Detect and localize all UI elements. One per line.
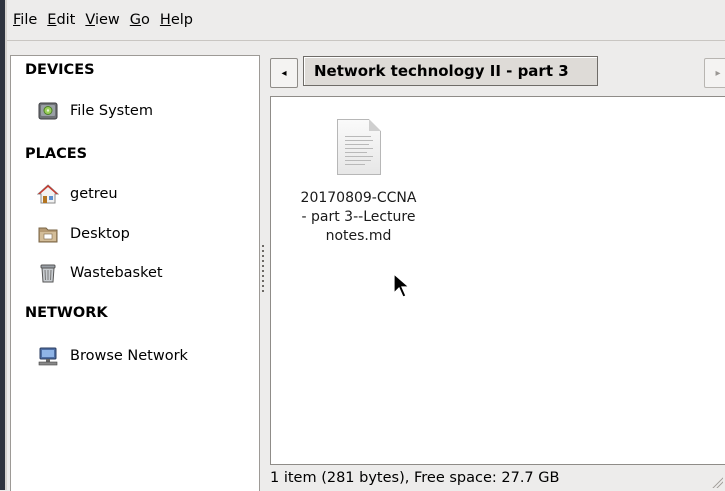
sidebar-item-desktop[interactable]: Desktop <box>37 221 130 247</box>
sidebar-item-browse-network[interactable]: Browse Network <box>37 343 188 369</box>
menu-go-mnemonic: G <box>129 12 142 28</box>
mouse-pointer-icon <box>393 273 411 298</box>
pathbar-current-label: Network technology II - part 3 <box>314 62 569 80</box>
sidebar-item-label: getreu <box>70 186 118 202</box>
sidebar-item-getreu[interactable]: getreu <box>36 181 118 207</box>
window-resize-grip[interactable] <box>711 476 723 488</box>
pane-resize-handle[interactable] <box>262 245 265 295</box>
network-icon <box>37 345 59 367</box>
sidebar-item-label: Wastebasket <box>70 265 163 281</box>
chevron-right-icon: ▸ <box>715 67 721 79</box>
menu-view-mnemonic: V <box>85 12 95 28</box>
desktop-folder-icon <box>37 223 59 245</box>
menu-file[interactable]: File <box>7 12 42 28</box>
pathbar-scroll-right-button[interactable]: ▸ <box>704 58 725 88</box>
file-item[interactable]: 20170809-CCNA - part 3--Lecture notes.md <box>281 119 436 246</box>
menu-edit[interactable]: Edit <box>42 12 80 28</box>
menu-help[interactable]: Help <box>155 12 198 28</box>
file-name: 20170809-CCNA - part 3--Lecture notes.md <box>300 190 417 244</box>
sidebar-item-file-system[interactable]: File System <box>37 98 153 124</box>
menu-help-label: elp <box>170 12 193 28</box>
statusbar: 1 item (281 bytes), Free space: 27.7 GB <box>270 466 725 490</box>
home-icon <box>36 183 60 205</box>
sidebar: DEVICES File System PLACES getreu Deskto… <box>10 55 260 491</box>
sidebar-item-wastebasket[interactable]: Wastebasket <box>37 260 163 286</box>
menu-go[interactable]: Go <box>125 12 155 28</box>
menubar: File Edit View Go Help <box>7 0 725 41</box>
sidebar-heading-places: PLACES <box>25 146 88 162</box>
sidebar-item-label: Browse Network <box>70 348 188 364</box>
text-document-icon <box>336 119 381 175</box>
sidebar-item-label: File System <box>70 103 153 119</box>
menu-go-label: o <box>141 12 150 28</box>
menu-file-label: ile <box>20 12 38 28</box>
menu-edit-label: dit <box>56 12 76 28</box>
status-text: 1 item (281 bytes), Free space: 27.7 GB <box>270 470 560 486</box>
sidebar-heading-network: NETWORK <box>25 305 108 321</box>
trash-icon <box>37 262 59 284</box>
menu-view[interactable]: View <box>80 12 124 28</box>
pathbar-current-folder-button[interactable]: Network technology II - part 3 <box>303 56 598 86</box>
window-frame-inner-edge <box>5 0 7 490</box>
menu-help-mnemonic: H <box>159 12 171 28</box>
menu-view-label: iew <box>94 12 120 28</box>
pathbar-scroll-left-button[interactable]: ◂ <box>270 58 298 88</box>
file-view[interactable]: 20170809-CCNA - part 3--Lecture notes.md <box>270 96 725 465</box>
drive-icon <box>37 100 59 122</box>
chevron-left-icon: ◂ <box>281 67 287 79</box>
sidebar-heading-devices: DEVICES <box>25 62 95 78</box>
sidebar-item-label: Desktop <box>70 226 130 242</box>
